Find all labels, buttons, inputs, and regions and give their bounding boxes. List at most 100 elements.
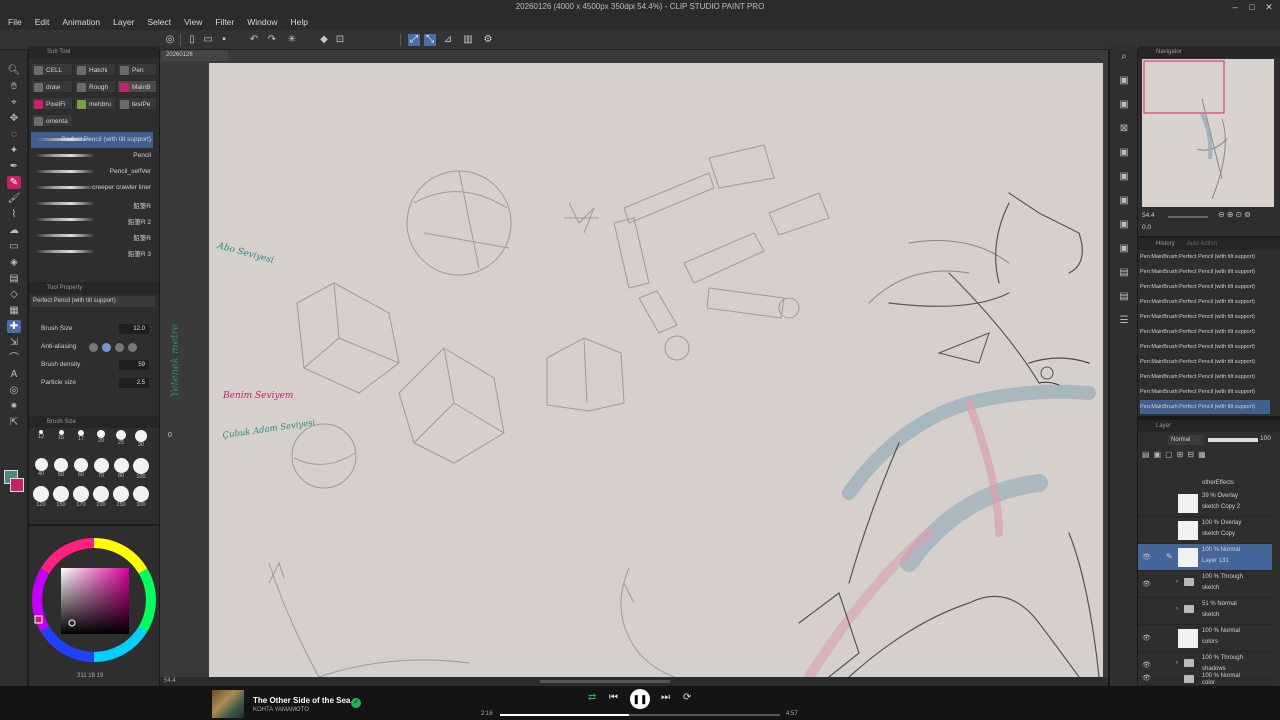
airbrush-icon[interactable]: ⌇ (7, 208, 21, 221)
menu-help[interactable]: Help (290, 17, 307, 27)
library-icon[interactable]: ▣ (1117, 146, 1131, 159)
brush-item[interactable]: 鉛筆R (31, 196, 153, 212)
navigator-rotation[interactable]: 0.0 (1142, 224, 1151, 231)
subtool-tab-mehbrush[interactable]: mehbru (74, 97, 116, 110)
eyedropper-icon[interactable]: ⌖ (7, 96, 21, 109)
auto-action-icon[interactable]: ▤ (1117, 266, 1131, 279)
minimize-icon[interactable]: – (1228, 1, 1242, 13)
quick-access-icon[interactable]: ▤ (1117, 290, 1131, 303)
anti-alias-options[interactable] (89, 343, 145, 352)
size-preset[interactable]: 60 (71, 458, 91, 478)
snap-special-ruler-icon[interactable]: ⤡ (424, 34, 436, 46)
menu-layer[interactable]: Layer (113, 17, 134, 27)
snap-grid-icon[interactable]: ⊿ (442, 34, 454, 46)
navigator-thumbnail[interactable] (1142, 59, 1274, 207)
clip-studio-icon[interactable]: ◎ (164, 34, 176, 46)
close-panel-icon[interactable]: ⊠ (1117, 122, 1131, 135)
correct-line-icon[interactable]: ⌒ (7, 352, 21, 365)
color-wheel[interactable] (29, 526, 159, 686)
size-preset[interactable]: 17 (71, 430, 91, 448)
layer-property-icon[interactable]: ▣ (1117, 170, 1131, 183)
lasso-icon[interactable]: ◌ (7, 128, 21, 141)
hand-icon[interactable]: ✋︎ (7, 80, 21, 93)
new-file-icon[interactable]: ▯ (186, 34, 198, 46)
open-file-icon[interactable]: ▭ (202, 34, 214, 46)
size-preset[interactable]: 300 (131, 486, 151, 508)
size-preset[interactable]: 250 (111, 486, 131, 508)
subtool-tab-rough[interactable]: Rough (74, 80, 116, 93)
pause-button[interactable]: ❚❚ (630, 689, 650, 709)
history-item[interactable]: Pen:MainBrush:Perfect Pencil (with tilt … (1140, 280, 1270, 294)
brush-tool-icon[interactable]: 🖌︎ (7, 192, 21, 205)
previous-track-icon[interactable]: ⏮ (609, 692, 618, 703)
folder-expand-icon[interactable]: › (1176, 606, 1178, 612)
size-preset[interactable]: 15 (51, 430, 71, 448)
aa-none-icon[interactable] (89, 343, 98, 352)
eye-icon[interactable]: 👁︎ (1142, 661, 1151, 669)
size-preset[interactable]: 30 (131, 430, 151, 448)
size-preset[interactable]: 70 (91, 458, 111, 479)
menu-animation[interactable]: Animation (62, 17, 100, 27)
size-preset[interactable]: 50 (51, 458, 71, 478)
drawing-canvas[interactable]: Abo Seviyesi Benim Seviyem Çubuk Adam Se… (209, 63, 1103, 677)
subtool-tab-hatching[interactable]: Hatchi (74, 63, 116, 76)
figure-icon[interactable]: ◇ (7, 288, 21, 301)
aa-medium-icon[interactable] (115, 343, 124, 352)
menu-edit[interactable]: Edit (35, 17, 50, 27)
text-icon[interactable]: A (7, 368, 21, 381)
eye-icon[interactable]: 👁︎ (1142, 580, 1151, 588)
blend-mode-select[interactable]: Normal (1168, 435, 1204, 445)
save-icon[interactable]: ▪ (218, 34, 230, 46)
info-icon[interactable]: ▣ (1117, 242, 1131, 255)
history-item[interactable]: Pen:MainBrush:Perfect Pencil (with tilt … (1140, 385, 1270, 399)
subtool-tab-mainbrush[interactable]: MainB (117, 80, 157, 93)
brush-density-value[interactable]: 59 (119, 360, 149, 370)
eye-icon[interactable]: 👁︎ (1142, 553, 1151, 561)
size-preset[interactable]: 12 (31, 430, 51, 448)
settings-icon[interactable]: ⚙ (482, 34, 494, 46)
blend-tool-icon[interactable]: ☁ (7, 224, 21, 237)
zoom-status[interactable]: 54.4 (164, 678, 176, 684)
opacity-value[interactable]: 100 (1260, 435, 1271, 442)
particle-size-value[interactable]: 2.5 (119, 378, 149, 388)
eye-icon[interactable]: 👁︎ (1142, 634, 1151, 642)
size-preset[interactable]: 120 (31, 486, 51, 508)
eraser-icon[interactable]: ▭ (7, 240, 21, 253)
timeline-icon[interactable]: ▣ (1117, 194, 1131, 207)
zoom-icon[interactable]: 🔍︎ (7, 64, 21, 77)
history-item[interactable]: Pen:MainBrush:Perfect Pencil (with tilt … (1140, 340, 1270, 354)
menu-file[interactable]: File (8, 17, 22, 27)
layer-row[interactable]: 39 % Overlay sketch Copy 2 (1138, 490, 1272, 517)
repeat-icon[interactable]: ⟳ (683, 692, 691, 703)
move-icon[interactable]: ✥ (7, 112, 21, 125)
search-icon[interactable]: ⌕ (1117, 50, 1131, 63)
layer-folder-row[interactable]: 👁︎ 100 % Normal color (1138, 672, 1272, 686)
size-preset[interactable]: 80 (111, 458, 131, 479)
folder-expand-icon[interactable]: › (1176, 579, 1178, 585)
ruler-icon[interactable]: ▥ (462, 34, 474, 46)
brush-item[interactable]: 鉛筆R 3 (31, 244, 153, 260)
decoration-icon[interactable]: ✷ (7, 400, 21, 413)
layer-name[interactable]: otherEffects (1202, 480, 1234, 486)
frame-icon[interactable]: ▦ (7, 304, 21, 317)
song-title[interactable]: The Other Side of the Sea (253, 696, 350, 705)
close-icon[interactable]: ✕ (1262, 1, 1276, 13)
clear-icon[interactable]: ✳ (286, 34, 298, 46)
brush-item[interactable]: Pencil (31, 148, 153, 164)
list-icon[interactable]: ☰ (1117, 314, 1131, 327)
ruler-tool-icon[interactable]: ✚ (7, 320, 21, 333)
animation-icon[interactable]: ▣ (1117, 218, 1131, 231)
transform-icon[interactable]: ⊡ (334, 34, 346, 46)
subtool-tab-pixelfi[interactable]: PixelFi (31, 97, 73, 110)
eye-icon[interactable]: 👁︎ (1142, 674, 1151, 682)
undo-icon[interactable]: ↶ (248, 34, 260, 46)
maximize-icon[interactable]: □ (1245, 1, 1259, 13)
aa-weak-icon[interactable] (102, 343, 111, 352)
size-preset[interactable]: 20 (91, 430, 111, 448)
size-preset[interactable]: 170 (71, 486, 91, 508)
balloon-icon[interactable]: ◎ (7, 384, 21, 397)
song-artist[interactable]: KOHTA YAMAMOTO (253, 707, 309, 713)
history-item[interactable]: Pen:MainBrush:Perfect Pencil (with tilt … (1140, 250, 1270, 264)
history-item[interactable]: Pen:MainBrush:Perfect Pencil (with tilt … (1140, 310, 1270, 324)
aa-strong-icon[interactable] (128, 343, 137, 352)
